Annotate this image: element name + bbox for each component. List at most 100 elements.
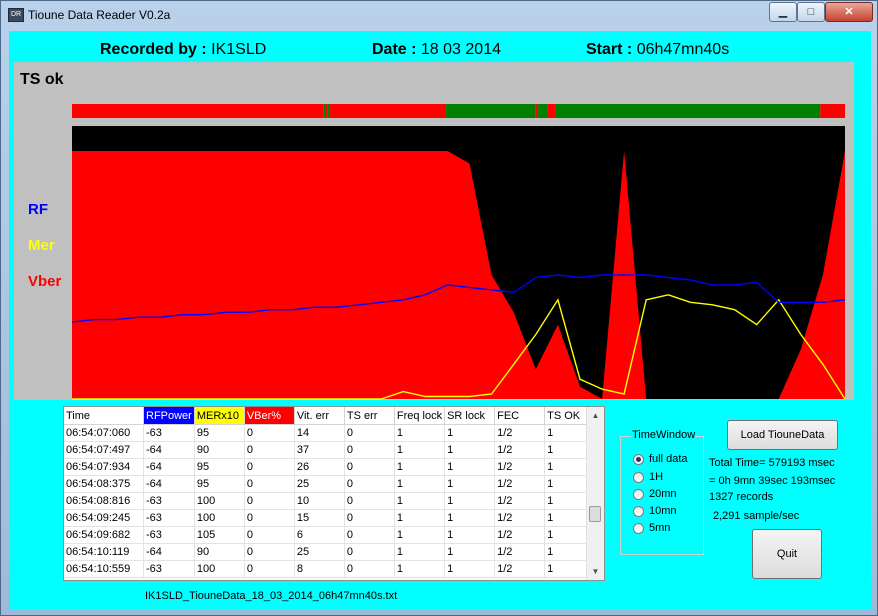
radio-label: 5mn bbox=[649, 522, 671, 534]
table-cell: -63 bbox=[143, 560, 195, 578]
column-header[interactable]: FEC bbox=[494, 407, 546, 425]
table-cell: -64 bbox=[143, 458, 195, 476]
table-row[interactable]: 06:54:09:682 -63 105 0 6 0 1 1 1/2 1 bbox=[64, 526, 596, 544]
table-cell: 1/2 bbox=[494, 424, 546, 442]
table-cell: 0 bbox=[344, 509, 395, 527]
table-cell: 1 bbox=[394, 475, 446, 493]
table-row[interactable]: 06:54:08:816 -63 100 0 10 0 1 1 1/2 1 bbox=[64, 492, 596, 510]
ts-segment bbox=[325, 104, 328, 118]
recorded-by-value: IK1SLD bbox=[211, 41, 267, 58]
table-cell: 14 bbox=[294, 424, 345, 442]
quit-button[interactable]: Quit bbox=[752, 529, 822, 579]
signal-chart bbox=[71, 104, 846, 400]
ts-segment bbox=[446, 104, 536, 118]
scroll-thumb[interactable] bbox=[589, 506, 601, 522]
radio-icon[interactable] bbox=[633, 523, 644, 534]
table-cell: 0 bbox=[244, 543, 295, 561]
table-cell: 1 bbox=[444, 441, 496, 459]
table-cell: 95 bbox=[194, 424, 245, 442]
table-cell: 0 bbox=[244, 526, 295, 544]
table-cell: 0 bbox=[244, 441, 295, 459]
table-row[interactable]: 06:54:09:245 -63 100 0 15 0 1 1 1/2 1 bbox=[64, 509, 596, 527]
table-cell: 1/2 bbox=[494, 458, 546, 476]
table-cell: 06:54:09:245 bbox=[64, 509, 144, 527]
table-cell: 95 bbox=[194, 458, 245, 476]
table-cell: 06:54:10:559 bbox=[64, 560, 144, 578]
table-cell: 6 bbox=[294, 526, 345, 544]
recorded-by-label: Recorded by : bbox=[100, 41, 207, 58]
column-header[interactable]: RFPower bbox=[143, 407, 195, 425]
table-cell: 1/2 bbox=[494, 509, 546, 527]
column-header[interactable]: Freq lock bbox=[394, 407, 446, 425]
radio-label: 1H bbox=[649, 471, 664, 483]
scroll-down-icon[interactable]: ▼ bbox=[587, 563, 604, 580]
radio-icon[interactable] bbox=[633, 506, 644, 517]
table-cell: 1/2 bbox=[494, 543, 546, 561]
table-row[interactable]: 06:54:07:060 -63 95 0 14 0 1 1 1/2 1 bbox=[64, 424, 596, 442]
table-cell: 1/2 bbox=[494, 441, 546, 459]
table-cell: 0 bbox=[344, 441, 395, 459]
app-icon: DR bbox=[8, 8, 24, 22]
table-cell: 1 bbox=[444, 424, 496, 442]
table-cell: -63 bbox=[143, 509, 195, 527]
close-button[interactable]: ✕ bbox=[825, 2, 873, 22]
table-cell: 1 bbox=[394, 526, 446, 544]
radio-icon[interactable] bbox=[633, 489, 644, 500]
table-cell: 1 bbox=[394, 441, 446, 459]
column-header[interactable]: TS err bbox=[344, 407, 395, 425]
ts-segment bbox=[555, 104, 821, 118]
ts-segment bbox=[820, 104, 845, 118]
table-cell: 0 bbox=[244, 458, 295, 476]
table-cell: 0 bbox=[344, 526, 395, 544]
mer-legend-label: Mer bbox=[28, 237, 55, 254]
table-row[interactable]: 06:54:10:119 -64 90 0 25 0 1 1 1/2 1 bbox=[64, 543, 596, 561]
table-row[interactable]: 06:54:07:497 -64 90 0 37 0 1 1 1/2 1 bbox=[64, 441, 596, 459]
table-cell: 1 bbox=[444, 526, 496, 544]
table-cell: 0 bbox=[244, 492, 295, 510]
table-cell: 1 bbox=[444, 492, 496, 510]
column-header[interactable]: Vit. err bbox=[294, 407, 345, 425]
column-header[interactable]: Time bbox=[64, 407, 144, 425]
table-cell: 1 bbox=[444, 509, 496, 527]
scroll-up-icon[interactable]: ▲ bbox=[587, 407, 604, 424]
table-cell: 0 bbox=[344, 543, 395, 561]
maximize-button[interactable]: □ bbox=[797, 2, 825, 22]
column-header[interactable]: MERx10 bbox=[194, 407, 245, 425]
table-cell: 95 bbox=[194, 475, 245, 493]
column-header[interactable]: SR lock bbox=[444, 407, 496, 425]
radio-icon[interactable] bbox=[633, 454, 644, 465]
table-row[interactable]: 06:54:10:559 -63 100 0 8 0 1 1 1/2 1 bbox=[64, 560, 596, 578]
table-cell: -63 bbox=[143, 526, 195, 544]
table-cell: 06:54:08:816 bbox=[64, 492, 144, 510]
record-count: 1327 records bbox=[709, 491, 774, 503]
table-cell: 1/2 bbox=[494, 475, 546, 493]
table-cell: -64 bbox=[143, 441, 195, 459]
table-cell: 1 bbox=[394, 492, 446, 510]
file-name: IK1SLD_TiouneData_18_03_2014_06h47mn40s.… bbox=[145, 590, 398, 602]
ts-segment bbox=[327, 104, 330, 118]
ts-segment bbox=[547, 104, 556, 118]
table-cell: 0 bbox=[344, 475, 395, 493]
date-label: Date : bbox=[372, 41, 417, 58]
load-tiounedata-button[interactable]: Load TiouneData bbox=[727, 420, 838, 450]
minimize-button[interactable]: ▁ bbox=[769, 2, 797, 22]
radio-icon[interactable] bbox=[633, 472, 644, 483]
rf-legend-label: RF bbox=[28, 201, 48, 218]
table-cell: 8 bbox=[294, 560, 345, 578]
start-value: 06h47mn40s bbox=[636, 41, 730, 58]
table-cell: 1 bbox=[394, 560, 446, 578]
table-cell: 1/2 bbox=[494, 526, 546, 544]
table-row[interactable]: 06:54:08:375 -64 95 0 25 0 1 1 1/2 1 bbox=[64, 475, 596, 493]
title-bar[interactable]: DR Tioune Data Reader V0.2a ▁ □ ✕ bbox=[1, 1, 877, 29]
table-row[interactable]: 06:54:07:934 -64 95 0 26 0 1 1 1/2 1 bbox=[64, 458, 596, 476]
table-cell: 25 bbox=[294, 475, 345, 493]
table-cell: 100 bbox=[194, 509, 245, 527]
radio-label: full data bbox=[649, 453, 688, 465]
table-scrollbar[interactable]: ▲ ▼ bbox=[586, 407, 604, 580]
table-cell: 1/2 bbox=[494, 492, 546, 510]
table-cell: -63 bbox=[143, 492, 195, 510]
table-cell: 06:54:07:060 bbox=[64, 424, 144, 442]
column-header[interactable]: VBer% bbox=[244, 407, 295, 425]
data-table-view[interactable]: Time RFPower MERx10 VBer% Vit. err TS err Freq… bbox=[63, 406, 605, 581]
table-cell: 1 bbox=[394, 509, 446, 527]
